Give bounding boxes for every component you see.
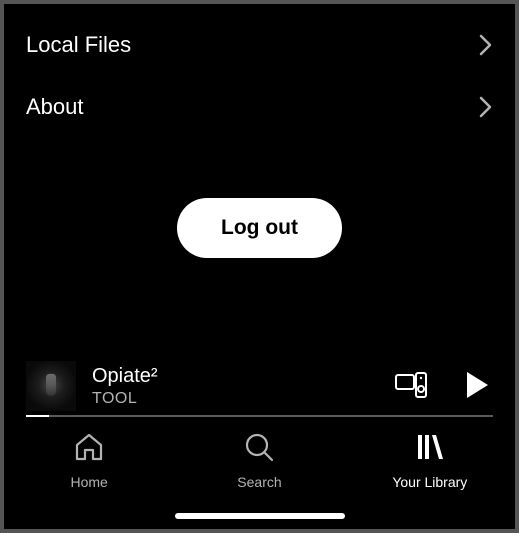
album-art[interactable] bbox=[26, 361, 76, 411]
play-button[interactable] bbox=[461, 367, 493, 406]
home-icon bbox=[73, 431, 105, 468]
play-icon bbox=[465, 371, 489, 402]
nav-label: Search bbox=[237, 474, 281, 490]
settings-row-label: Local Files bbox=[26, 32, 131, 58]
nav-search[interactable]: Search bbox=[199, 431, 319, 490]
logout-button[interactable]: Log out bbox=[177, 198, 342, 258]
search-icon bbox=[243, 431, 275, 468]
logout-container: Log out bbox=[4, 198, 515, 258]
nav-label: Your Library bbox=[392, 474, 467, 490]
track-title: Opiate² bbox=[92, 365, 375, 388]
library-icon bbox=[414, 431, 446, 468]
settings-row-label: About bbox=[26, 94, 84, 120]
nav-library[interactable]: Your Library bbox=[370, 431, 490, 490]
now-playing-bar[interactable]: Opiate² TOOL bbox=[4, 353, 515, 411]
nav-home[interactable]: Home bbox=[29, 431, 149, 490]
now-playing-controls bbox=[391, 367, 493, 406]
home-indicator[interactable] bbox=[175, 513, 345, 519]
settings-screen: Local Files About Log out Opiate² TOOL bbox=[0, 0, 519, 533]
nav-label: Home bbox=[70, 474, 107, 490]
chevron-right-icon bbox=[479, 34, 493, 56]
settings-list: Local Files About bbox=[4, 4, 515, 138]
track-meta[interactable]: Opiate² TOOL bbox=[92, 365, 375, 408]
settings-row-local-files[interactable]: Local Files bbox=[4, 14, 515, 76]
devices-button[interactable] bbox=[391, 368, 431, 405]
devices-icon bbox=[395, 372, 427, 401]
settings-row-about[interactable]: About bbox=[4, 76, 515, 138]
track-artist: TOOL bbox=[92, 390, 375, 408]
chevron-right-icon bbox=[479, 96, 493, 118]
